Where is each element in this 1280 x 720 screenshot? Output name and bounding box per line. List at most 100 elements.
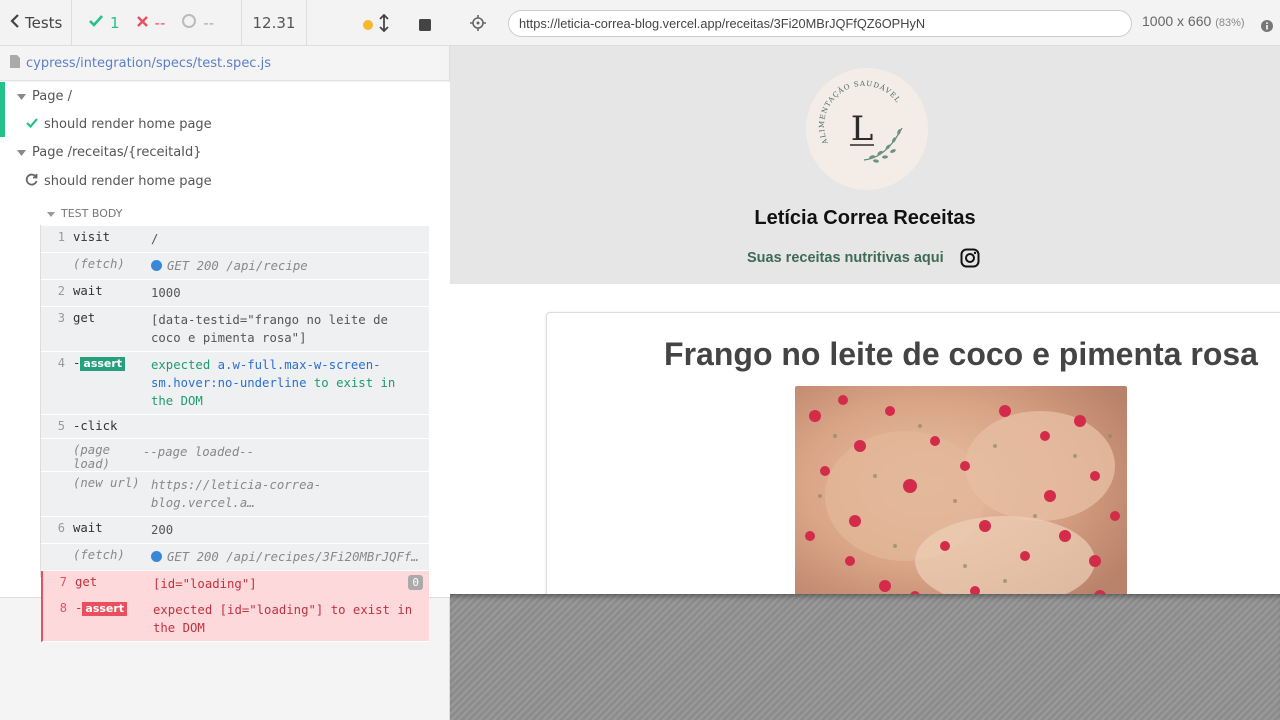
command-message: 1000: [151, 286, 181, 300]
logo-letter: L: [851, 109, 874, 149]
url-bar[interactable]: https://leticia-correa-blog.vercel.app/r…: [508, 10, 1132, 37]
test-body-toggle[interactable]: TEST BODY: [47, 199, 122, 227]
blog-logo[interactable]: ALIMENTAÇÃO SAUDÁVEL L: [806, 68, 928, 190]
pending-count: --: [203, 13, 215, 32]
chevron-left-icon: [10, 13, 20, 32]
check-icon: [88, 14, 104, 32]
blog-subtitle: Suas receitas nutritivas aqui: [747, 250, 944, 266]
viewport-zoom: (83%): [1215, 17, 1245, 29]
assert-selector: [id="loading"]: [219, 603, 324, 617]
selector-playground-icon[interactable]: [470, 15, 486, 35]
assert-prefix: expected: [151, 358, 211, 372]
info-icon[interactable]: [1261, 17, 1273, 36]
command-number: 3: [57, 311, 65, 325]
viewport-size: 1000 x 660 (83%): [1142, 13, 1245, 29]
command-number: [41, 544, 65, 570]
command-row-failed[interactable]: 7 get [id="loading"] 0: [41, 571, 429, 597]
command-message: GET 200 /api/recipes/3Fi20MBrJQFf…: [167, 550, 419, 564]
suite-page-receitas[interactable]: Page /receitas/{receitaId}: [17, 138, 202, 166]
command-number: 7: [59, 575, 67, 589]
command-row[interactable]: 6 wait 200: [41, 517, 429, 544]
pending-circle-icon: [181, 13, 197, 33]
suite-title: Page /receitas/{receitaId}: [32, 144, 202, 160]
caret-down-icon: [17, 145, 26, 160]
command-number: 1: [57, 230, 65, 244]
check-icon: [26, 117, 38, 132]
test-home-page-passed[interactable]: should render home page: [26, 110, 212, 138]
x-icon: [136, 14, 149, 32]
command-row[interactable]: 3 get [data-testid="frango no leite de c…: [41, 307, 429, 352]
command-row[interactable]: 2 wait 1000: [41, 280, 429, 307]
caret-down-icon: [17, 89, 26, 104]
stop-button[interactable]: [419, 17, 431, 35]
command-name: wait: [73, 284, 103, 298]
xhr-dot-icon: [151, 551, 162, 562]
command-message: --page loaded--: [143, 445, 255, 459]
command-number: 2: [57, 284, 65, 298]
app-iframe: ALIMENTAÇÃO SAUDÁVEL L Letícia Correa Re…: [450, 46, 1280, 594]
refresh-spinner-icon: [25, 173, 38, 190]
command-name: wait: [73, 521, 103, 535]
command-row[interactable]: 1 visit /: [41, 226, 429, 253]
command-name: -click: [73, 419, 118, 433]
suite-pass-indicator: [0, 82, 5, 137]
command-number: 6: [57, 521, 65, 535]
pending-stat: --: [165, 13, 214, 33]
aut-backdrop: [450, 594, 1280, 720]
suite-page-root[interactable]: Page /: [17, 82, 72, 110]
command-list: 1 visit / (fetch) GET 200 /api/recipe 2 …: [41, 226, 429, 642]
command-message: https://leticia-correa-blog.vercel.a…: [151, 478, 322, 510]
command-name: visit: [73, 230, 111, 244]
command-name: (page load): [73, 443, 111, 471]
browser-toolbar: https://leticia-correa-blog.vercel.app/r…: [450, 0, 1280, 46]
command-row[interactable]: 5 -click: [41, 415, 429, 439]
passed-stat: 1: [72, 14, 120, 32]
test-title: should render home page: [44, 173, 212, 189]
auto-scroll-toggle-icon[interactable]: [379, 13, 389, 36]
back-to-tests-button[interactable]: Tests: [0, 0, 72, 46]
viewport-dimensions: 1000 x 660: [1142, 13, 1212, 29]
recipe-photo: [795, 386, 1127, 594]
command-name: (fetch): [73, 257, 125, 271]
command-name: (new url): [73, 476, 140, 490]
blog-title[interactable]: Letícia Correa Receitas: [450, 207, 1280, 230]
failed-stat: --: [120, 13, 166, 32]
command-log-panel: Tests 1 -- -- 12.31 cypress/integration/…: [0, 0, 450, 720]
command-name: get: [73, 311, 96, 325]
command-row[interactable]: (fetch) GET 200 /api/recipes/3Fi20MBrJQF…: [41, 544, 429, 571]
command-message: /: [151, 232, 159, 246]
suite-title: Page /: [32, 88, 72, 104]
command-row[interactable]: (new url) https://leticia-correa-blog.ve…: [41, 472, 429, 517]
xhr-dot-icon: [151, 260, 162, 271]
recipe-title: Frango no leite de coco e pimenta rosa: [664, 336, 1258, 372]
command-number: [41, 253, 65, 279]
failed-count: --: [154, 13, 166, 32]
logo-wreath-icon: ALIMENTAÇÃO SAUDÁVEL L: [818, 80, 903, 163]
assert-badge: assert: [80, 357, 126, 371]
status-dot-icon: [362, 17, 374, 35]
command-row[interactable]: (fetch) GET 200 /api/recipe: [41, 253, 429, 280]
command-number: [41, 439, 65, 471]
runner-toolbar: Tests 1 -- -- 12.31: [0, 0, 450, 46]
command-row[interactable]: (page load) --page loaded--: [41, 439, 429, 472]
caret-down-icon: [47, 207, 55, 220]
test-title: should render home page: [44, 116, 212, 132]
test-home-page-running[interactable]: should render home page: [25, 167, 212, 195]
command-name: (fetch): [73, 548, 125, 562]
file-icon: [10, 54, 20, 72]
site-header: ALIMENTAÇÃO SAUDÁVEL L Letícia Correa Re…: [450, 46, 1280, 284]
command-message: [151, 415, 429, 438]
command-message: GET 200 /api/recipe: [167, 259, 308, 273]
assert-badge: assert: [82, 602, 128, 616]
element-count-badge: 0: [408, 575, 423, 590]
command-row[interactable]: 4 - assert expected a.w-full.max-w-screen…: [41, 352, 429, 415]
back-label: Tests: [25, 13, 63, 32]
command-name: get: [75, 575, 98, 589]
command-row-failed[interactable]: 8 - assert expected [id="loading"] to exi…: [41, 597, 429, 642]
command-number: 4: [57, 356, 65, 370]
assert-prefix: expected: [153, 603, 213, 617]
spec-file-path[interactable]: cypress/integration/specs/test.spec.js: [0, 46, 450, 81]
command-message: [id="loading"]: [153, 577, 257, 591]
command-number: [41, 472, 65, 516]
instagram-icon[interactable]: [960, 248, 980, 272]
